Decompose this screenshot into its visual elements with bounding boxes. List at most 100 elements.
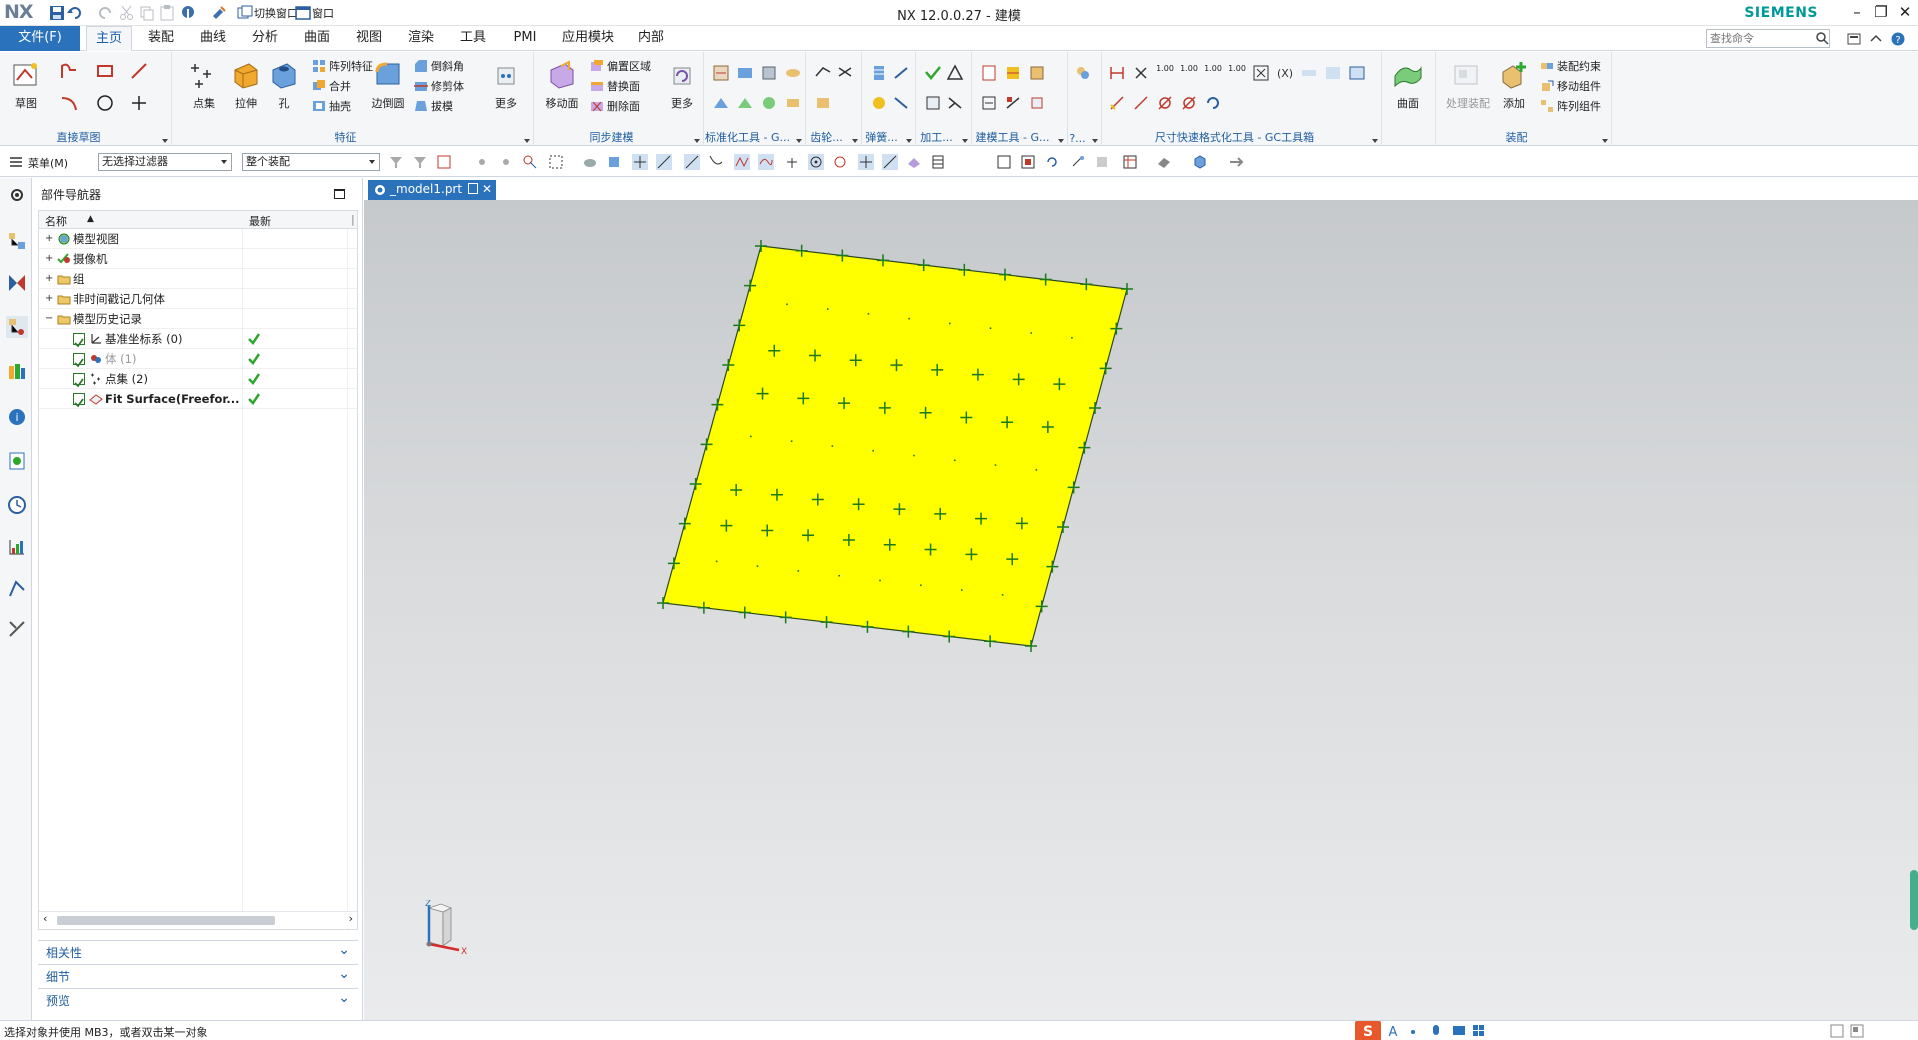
rotate-icon[interactable] bbox=[1044, 154, 1060, 170]
group-dropdown-arrow[interactable] bbox=[906, 139, 912, 143]
column-header-more[interactable]: | bbox=[351, 213, 355, 226]
dimension-icon[interactable] bbox=[1108, 64, 1126, 82]
unite-button[interactable]: 合并 bbox=[312, 78, 351, 96]
build-tool-icon[interactable] bbox=[980, 94, 998, 112]
file-menu-button[interactable]: 文件(F) bbox=[0, 26, 80, 51]
gear-icon[interactable] bbox=[814, 64, 832, 82]
constraint-navigator-icon[interactable] bbox=[6, 272, 28, 294]
clock-icon[interactable] bbox=[6, 494, 28, 516]
panel-preview[interactable]: 预览 ⌄ bbox=[38, 988, 358, 1010]
web-browser-icon[interactable]: i bbox=[6, 406, 28, 428]
restore-icon[interactable]: ❐ bbox=[1870, 2, 1892, 24]
expand-icon[interactable]: + bbox=[45, 294, 53, 304]
arc-icon[interactable] bbox=[60, 94, 78, 112]
rectangle-select-icon[interactable] bbox=[548, 154, 564, 170]
midpoint-icon[interactable] bbox=[684, 154, 700, 170]
assembly-navigator-icon[interactable] bbox=[6, 230, 28, 252]
layer-icon[interactable] bbox=[1122, 154, 1138, 170]
tab-applications[interactable]: 应用模块 bbox=[556, 26, 620, 51]
curve-point-icon[interactable] bbox=[758, 154, 774, 170]
visibility-checkbox[interactable] bbox=[73, 373, 85, 388]
minimize-icon[interactable]: – bbox=[1846, 2, 1868, 24]
tab-surface[interactable]: 曲面 bbox=[296, 26, 338, 51]
paren-x-icon[interactable]: (X) bbox=[1276, 64, 1294, 82]
endpoint-icon[interactable] bbox=[656, 154, 672, 170]
cube-icon[interactable] bbox=[606, 154, 622, 170]
machining-icon[interactable] bbox=[924, 94, 942, 112]
tree-row[interactable]: − 模型历史记录 bbox=[39, 309, 357, 329]
shaded-cube-icon[interactable] bbox=[1192, 154, 1208, 170]
spring-icon[interactable] bbox=[870, 94, 888, 112]
build-tool-icon[interactable] bbox=[980, 64, 998, 82]
help-icon[interactable]: ? bbox=[1890, 31, 1906, 47]
tab-render[interactable]: 渲染 bbox=[400, 26, 442, 51]
assembly-constraint-button[interactable]: 装配约束 bbox=[1540, 58, 1601, 76]
point-on-curve-icon[interactable] bbox=[882, 154, 898, 170]
panel-dependencies[interactable]: 相关性 ⌄ bbox=[38, 940, 358, 962]
dimension-edit-icon[interactable] bbox=[1108, 94, 1126, 112]
chamfer-button[interactable]: 倒斜角 bbox=[414, 58, 464, 76]
misc-tool-icon[interactable] bbox=[1074, 64, 1092, 82]
sync-more-button[interactable]: 更多 bbox=[662, 56, 702, 122]
shell-button[interactable]: 抽壳 bbox=[312, 98, 351, 116]
status-layout-icon[interactable] bbox=[1850, 1024, 1864, 1038]
status-layout-icon[interactable] bbox=[1830, 1024, 1844, 1038]
spring-icon[interactable] bbox=[870, 64, 888, 82]
tree-row[interactable]: 体 (1) bbox=[39, 349, 357, 369]
gc-tool-icon[interactable] bbox=[712, 64, 730, 82]
visibility-checkbox[interactable] bbox=[73, 353, 85, 368]
intersection-icon[interactable] bbox=[734, 154, 750, 170]
render-style-icon[interactable] bbox=[1156, 154, 1172, 170]
build-tool-icon[interactable] bbox=[1028, 94, 1046, 112]
dim-format-button[interactable]: 1.00 bbox=[1204, 64, 1222, 82]
viewport-side-handle[interactable] bbox=[1910, 870, 1918, 930]
pattern-feature-button[interactable]: 阵列特征 bbox=[312, 58, 373, 76]
menu-icon[interactable] bbox=[8, 154, 24, 170]
build-tool-icon[interactable] bbox=[1028, 64, 1046, 82]
group-dropdown-arrow[interactable] bbox=[796, 139, 802, 143]
move-component-button[interactable]: 移动组件 bbox=[1540, 78, 1601, 96]
system-visual-icon[interactable] bbox=[6, 618, 28, 640]
command-search-input[interactable] bbox=[1706, 29, 1830, 48]
tree-row[interactable]: + 摄像机 bbox=[39, 249, 357, 269]
select-all-icon[interactable] bbox=[436, 154, 452, 170]
tangent-icon[interactable] bbox=[784, 154, 800, 170]
expand-icon[interactable]: + bbox=[45, 274, 53, 284]
tree-row[interactable]: 基准坐标系 (0) bbox=[39, 329, 357, 349]
add-component-button[interactable]: 添加 bbox=[1494, 56, 1534, 122]
snap-point-icon[interactable] bbox=[632, 154, 648, 170]
delete-face-button[interactable]: 删除面 bbox=[590, 98, 640, 116]
filter-icon[interactable] bbox=[412, 154, 428, 170]
settings-icon[interactable] bbox=[6, 184, 28, 206]
clear-format-icon[interactable] bbox=[1132, 64, 1150, 82]
group-dropdown-arrow[interactable] bbox=[524, 139, 530, 143]
panel-details[interactable]: 细节 ⌄ bbox=[38, 964, 358, 986]
group-dropdown-arrow[interactable] bbox=[162, 139, 168, 143]
expand-icon[interactable]: + bbox=[45, 254, 53, 264]
search-icon[interactable] bbox=[1815, 31, 1829, 45]
scroll-right-icon[interactable]: › bbox=[349, 912, 353, 925]
snap-icon[interactable] bbox=[498, 154, 514, 170]
wcs-icon[interactable] bbox=[1094, 154, 1110, 170]
tab-home[interactable]: 主页 bbox=[86, 26, 132, 51]
machining-icon[interactable] bbox=[924, 64, 942, 82]
extrude-button[interactable]: 拉伸 bbox=[226, 56, 266, 122]
select-object-icon[interactable] bbox=[522, 154, 538, 170]
build-tool-icon[interactable] bbox=[1004, 94, 1022, 112]
control-point-icon[interactable] bbox=[708, 154, 724, 170]
tab-view[interactable]: 视图 bbox=[348, 26, 390, 51]
graphics-window[interactable]: Z X bbox=[364, 200, 1918, 1020]
pattern-component-button[interactable]: 阵列组件 bbox=[1540, 98, 1601, 116]
feature-more-button[interactable]: 更多 bbox=[486, 56, 526, 122]
gc-tool-icon[interactable] bbox=[760, 94, 778, 112]
maximize-panel-icon[interactable] bbox=[334, 189, 345, 199]
dim-format-button[interactable]: 1.00 bbox=[1156, 64, 1174, 82]
snap-icon[interactable] bbox=[474, 154, 490, 170]
gc-tool-icon[interactable] bbox=[736, 64, 754, 82]
hole-button[interactable]: 孔 bbox=[264, 56, 304, 122]
visibility-checkbox[interactable] bbox=[73, 393, 85, 408]
group-dropdown-arrow[interactable] bbox=[1372, 139, 1378, 143]
scrollbar-thumb[interactable] bbox=[57, 916, 275, 925]
tolerance-icon[interactable] bbox=[1348, 64, 1366, 82]
visibility-checkbox[interactable] bbox=[73, 333, 85, 348]
